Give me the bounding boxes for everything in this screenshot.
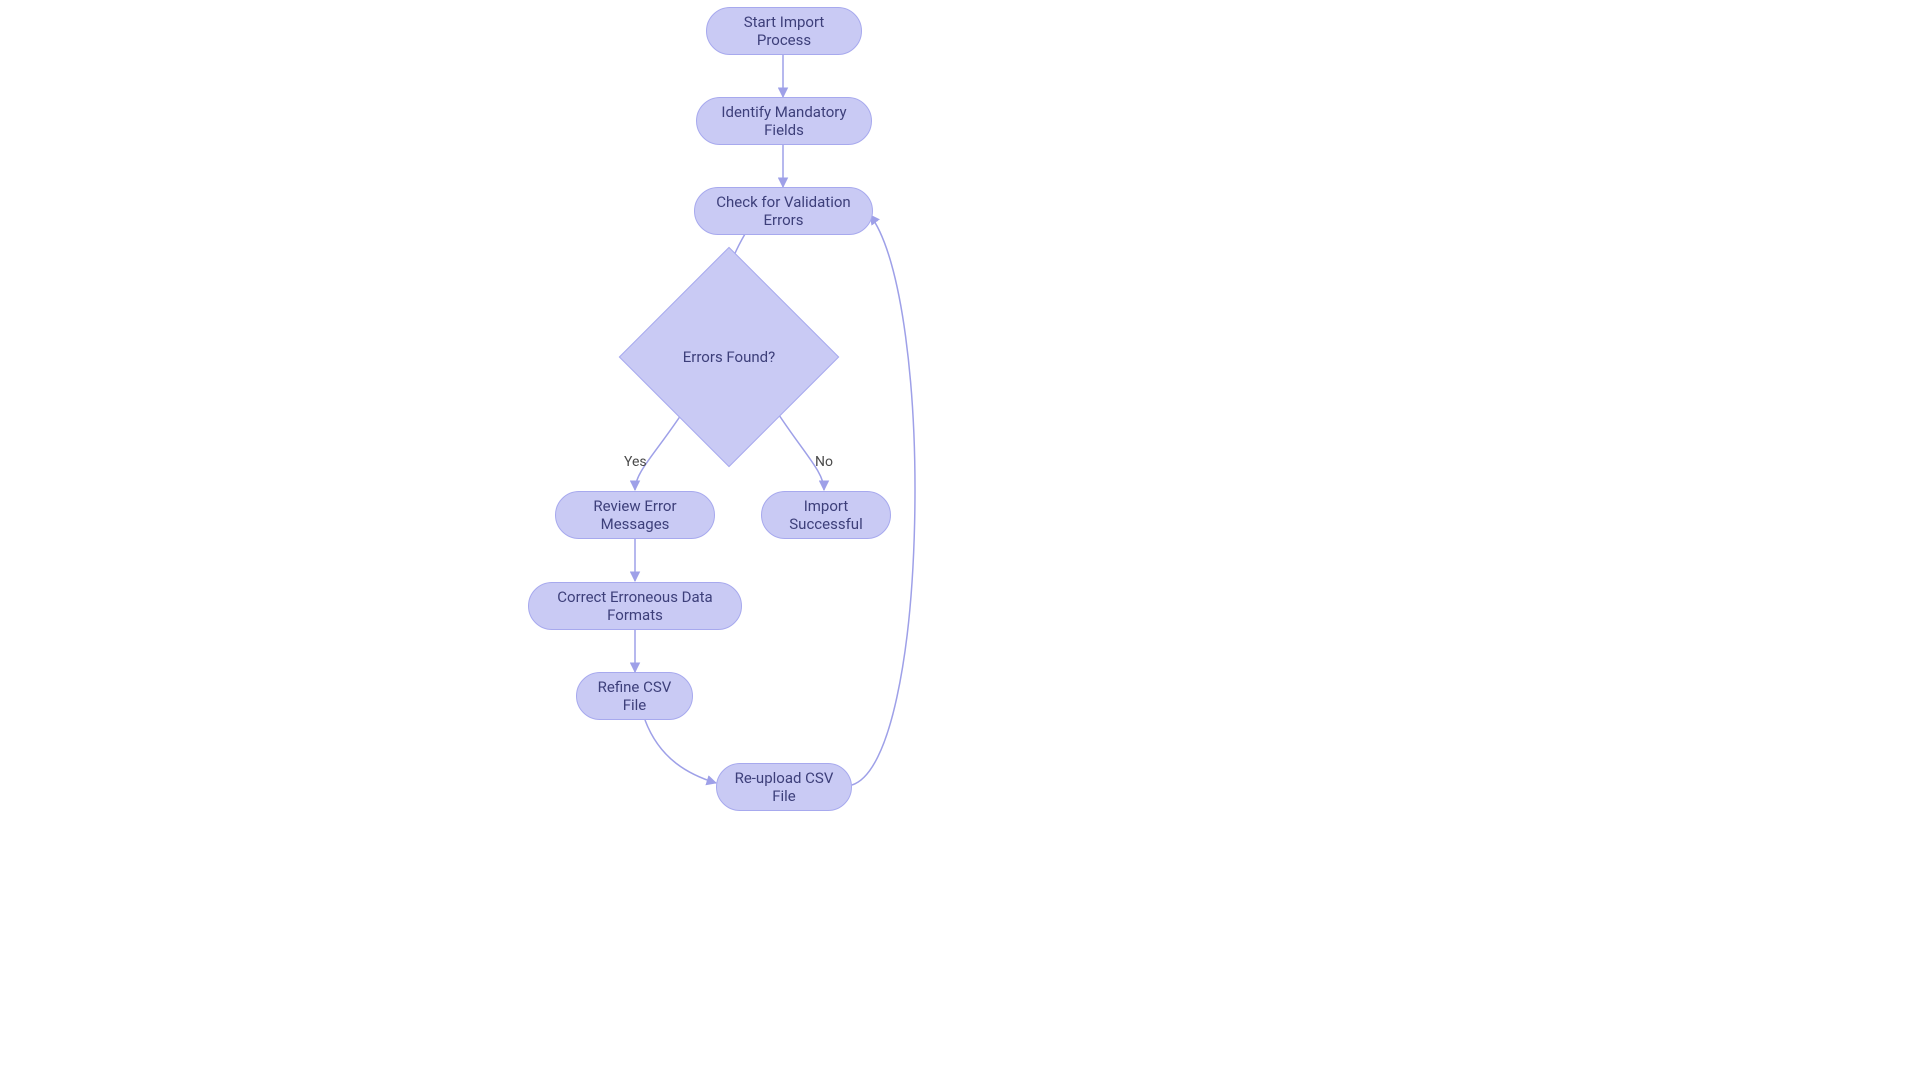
node-check: Check for Validation Errors <box>694 187 873 235</box>
node-decision-label: Errors Found? <box>651 279 807 435</box>
node-identify-label: Identify Mandatory Fields <box>711 103 857 139</box>
flowchart-canvas: Start Import Process Identify Mandatory … <box>0 0 1920 1080</box>
edges-layer <box>0 0 1920 1080</box>
node-review-label: Review Error Messages <box>570 497 700 533</box>
node-refine-label: Refine CSV File <box>591 678 678 714</box>
node-reupload: Re-upload CSV File <box>716 763 852 811</box>
node-check-label: Check for Validation Errors <box>709 193 858 229</box>
node-refine: Refine CSV File <box>576 672 693 720</box>
node-reupload-label: Re-upload CSV File <box>731 769 837 805</box>
node-success: Import Successful <box>761 491 891 539</box>
node-correct: Correct Erroneous Data Formats <box>528 582 742 630</box>
node-success-label: Import Successful <box>776 497 876 533</box>
edge-label-yes: Yes <box>624 454 647 470</box>
node-decision: Errors Found? <box>651 279 807 435</box>
node-correct-label: Correct Erroneous Data Formats <box>543 588 727 624</box>
node-identify: Identify Mandatory Fields <box>696 97 872 145</box>
node-start: Start Import Process <box>706 7 862 55</box>
edge-label-no: No <box>815 454 833 470</box>
edge-refine-reupload <box>645 720 716 783</box>
node-start-label: Start Import Process <box>721 13 847 49</box>
node-review: Review Error Messages <box>555 491 715 539</box>
